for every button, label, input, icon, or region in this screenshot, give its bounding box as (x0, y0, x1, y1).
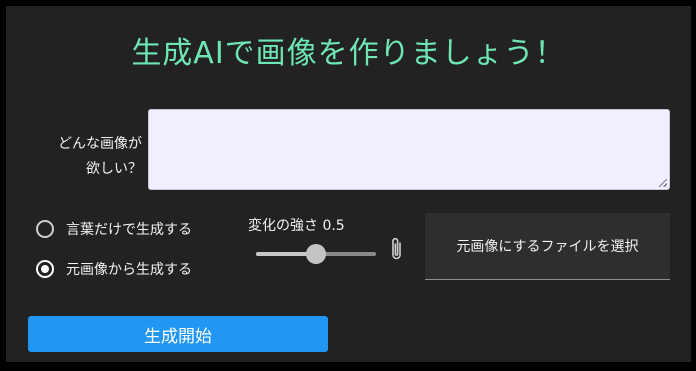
prompt-label-line1: どんな画像が (58, 136, 142, 152)
prompt-label-line2: 欲しい？ (86, 161, 142, 177)
radio-text-only[interactable]: 言葉だけで生成する (36, 217, 192, 241)
radio-button[interactable] (36, 220, 54, 238)
slider-thumb[interactable] (306, 244, 326, 264)
radio-from-image[interactable]: 元画像から生成する (36, 257, 192, 281)
strength-slider[interactable] (256, 244, 376, 264)
radio-button-selected[interactable] (36, 260, 54, 278)
start-generation-button[interactable]: 生成開始 (28, 316, 328, 352)
radio-label: 元画像から生成する (66, 262, 192, 278)
strength-label: 変化の強さ 0.5 (248, 215, 345, 235)
strength-value: 0.5 (322, 218, 345, 234)
paperclip-icon[interactable] (388, 236, 406, 262)
prompt-textarea[interactable] (148, 109, 670, 190)
select-file-button[interactable]: 元画像にするファイルを選択 (425, 213, 670, 280)
resize-grip-icon[interactable] (659, 179, 667, 187)
strength-label-text: 変化の強さ (248, 218, 318, 234)
prompt-label: どんな画像が 欲しい？ (20, 132, 142, 182)
radio-label: 言葉だけで生成する (66, 222, 192, 238)
page-title: 生成AIで画像を作りましょう！ (131, 36, 566, 71)
main-panel: 生成AIで画像を作りましょう！ どんな画像が 欲しい？ 言葉だけで生成する 元画… (6, 6, 691, 362)
